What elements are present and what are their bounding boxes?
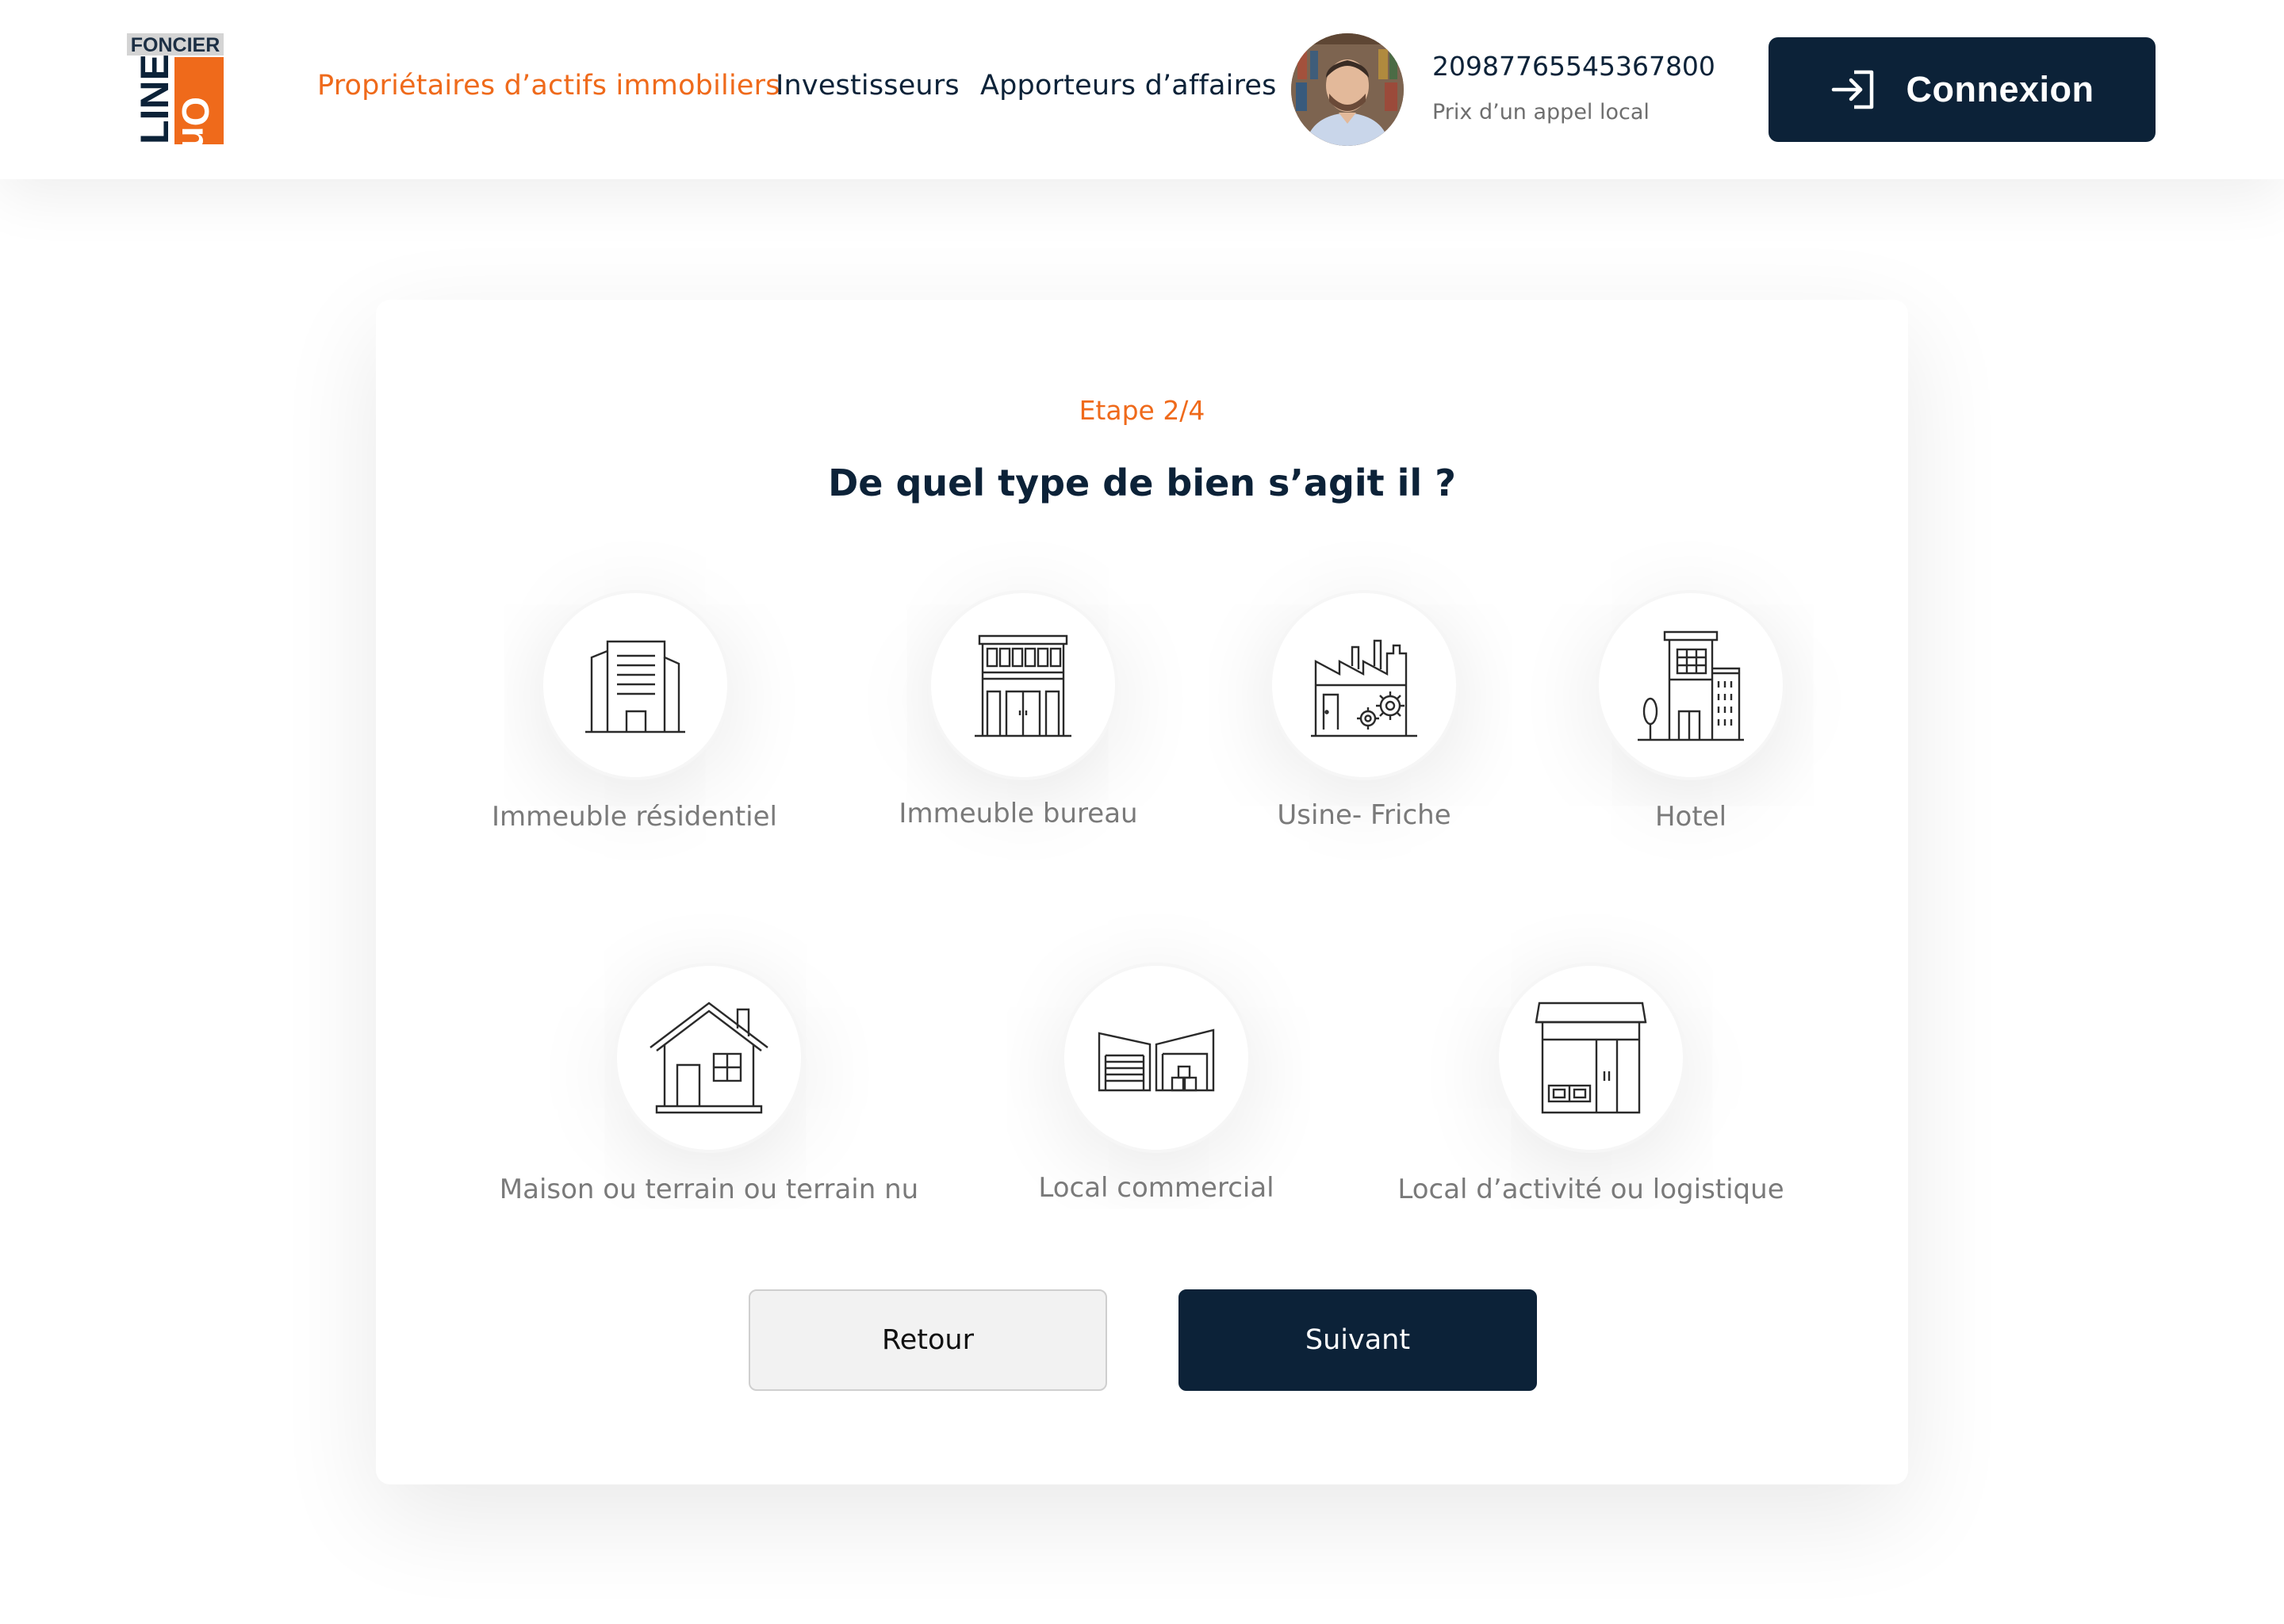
- option-label: Local commercial: [1038, 1172, 1274, 1204]
- nav-link-investisseurs[interactable]: Investisseurs: [776, 70, 960, 102]
- storefront-icon: [1535, 1002, 1647, 1114]
- hotel-icon: [1638, 630, 1744, 741]
- advisor-avatar: [1291, 33, 1404, 146]
- svg-text:FONCIER: FONCIER: [131, 34, 220, 56]
- office-building-icon: [975, 634, 1071, 737]
- option-label: Immeuble bureau: [899, 798, 1138, 829]
- option-circle[interactable]: [1272, 593, 1456, 777]
- suivant-button[interactable]: Suivant: [1178, 1289, 1537, 1391]
- svg-text:On: On: [174, 97, 216, 146]
- connexion-label: Connexion: [1906, 69, 2094, 109]
- residential-building-icon: [585, 640, 685, 733]
- property-type-card: Etape 2/4 De quel type de bien s’agit il…: [376, 300, 1908, 1484]
- option-label: Immeuble résidentiel: [492, 801, 777, 833]
- option-circle[interactable]: [1599, 593, 1783, 777]
- option-label: Hotel: [1654, 801, 1727, 833]
- retour-button[interactable]: Retour: [749, 1289, 1107, 1391]
- house-icon: [650, 1002, 768, 1114]
- question-title: De quel type de bien s’agit il ?: [828, 462, 1456, 504]
- login-icon: [1831, 70, 1873, 109]
- option-circle[interactable]: [617, 966, 801, 1150]
- svg-text:LINE: LINE: [132, 54, 177, 144]
- phone-number[interactable]: 20987765545367800: [1432, 51, 1715, 82]
- option-label: Maison ou terrain ou terrain nu: [499, 1174, 919, 1205]
- factory-icon: [1311, 639, 1417, 737]
- step-indicator: Etape 2/4: [1079, 395, 1205, 426]
- option-label: Local d’activité ou logistique: [1397, 1174, 1784, 1205]
- nav-link-apporteurs[interactable]: Apporteurs d’affaires: [980, 70, 1277, 102]
- option-circle[interactable]: [1499, 966, 1683, 1150]
- option-circle[interactable]: [1064, 966, 1248, 1150]
- phone-note: Prix d’un appel local: [1432, 100, 1650, 124]
- nav-link-proprietaires[interactable]: Propriétaires d’actifs immobiliers: [317, 70, 780, 102]
- option-label: Usine- Friche: [1277, 799, 1451, 831]
- foncierline-logo[interactable]: FONCIER LINE On: [127, 33, 224, 146]
- option-circle[interactable]: [931, 593, 1115, 777]
- option-circle[interactable]: [543, 593, 727, 777]
- connexion-button[interactable]: Connexion: [1769, 37, 2156, 142]
- top-navigation-bar: FONCIER LINE On Propriétaires d’actifs i…: [0, 0, 2284, 179]
- warehouse-icon: [1098, 1028, 1215, 1092]
